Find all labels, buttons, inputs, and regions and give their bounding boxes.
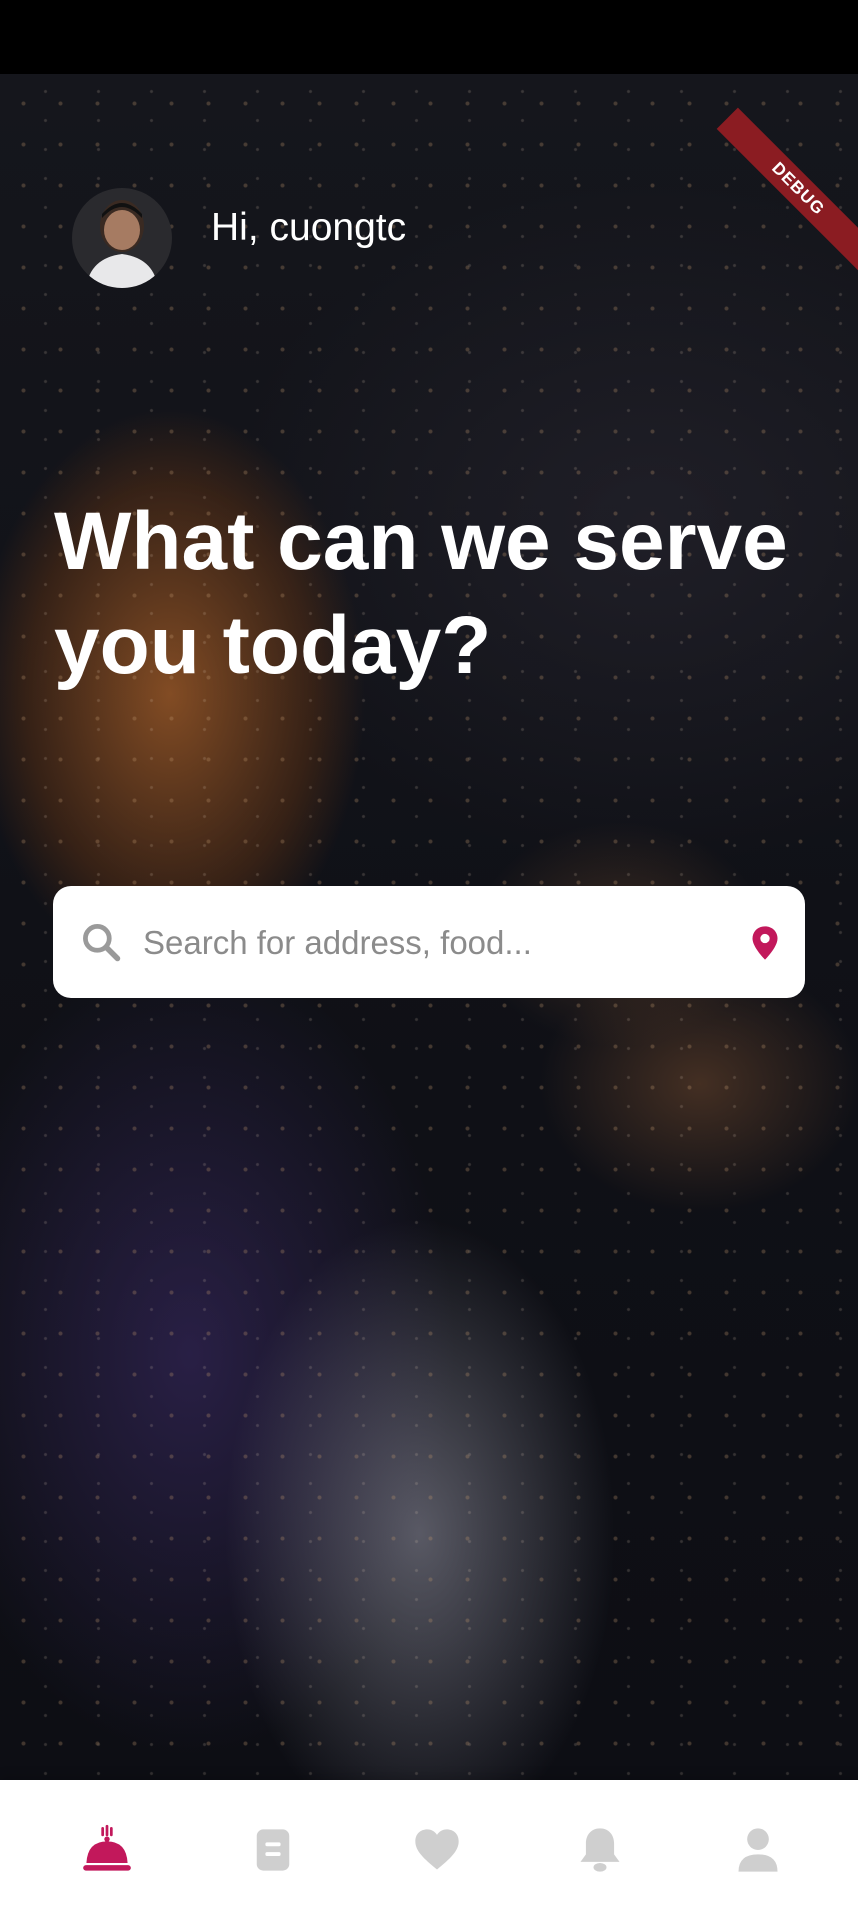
debug-banner: DEBUG bbox=[716, 107, 858, 271]
status-bar bbox=[0, 0, 858, 74]
heart-icon bbox=[415, 1829, 459, 1870]
bottom-navigation bbox=[0, 1780, 858, 1908]
search-icon bbox=[83, 924, 121, 962]
profile-icon bbox=[738, 1828, 778, 1872]
search-bar[interactable] bbox=[53, 886, 805, 998]
avatar[interactable] bbox=[72, 188, 172, 288]
greeting-text: Hi, cuongtc bbox=[211, 206, 407, 249]
orders-icon bbox=[256, 1829, 290, 1871]
cloche-icon bbox=[83, 1824, 131, 1871]
nav-notifications[interactable] bbox=[570, 1820, 630, 1880]
page-title: What can we serve you today? bbox=[54, 496, 788, 691]
nav-favorites[interactable] bbox=[407, 1820, 467, 1880]
search-input[interactable] bbox=[141, 916, 705, 970]
nav-orders[interactable] bbox=[243, 1820, 303, 1880]
nav-home[interactable] bbox=[77, 1820, 137, 1880]
location-pin-icon[interactable] bbox=[745, 922, 785, 964]
nav-profile[interactable] bbox=[728, 1820, 788, 1880]
user-avatar-icon bbox=[72, 188, 172, 288]
bell-icon bbox=[580, 1828, 620, 1872]
